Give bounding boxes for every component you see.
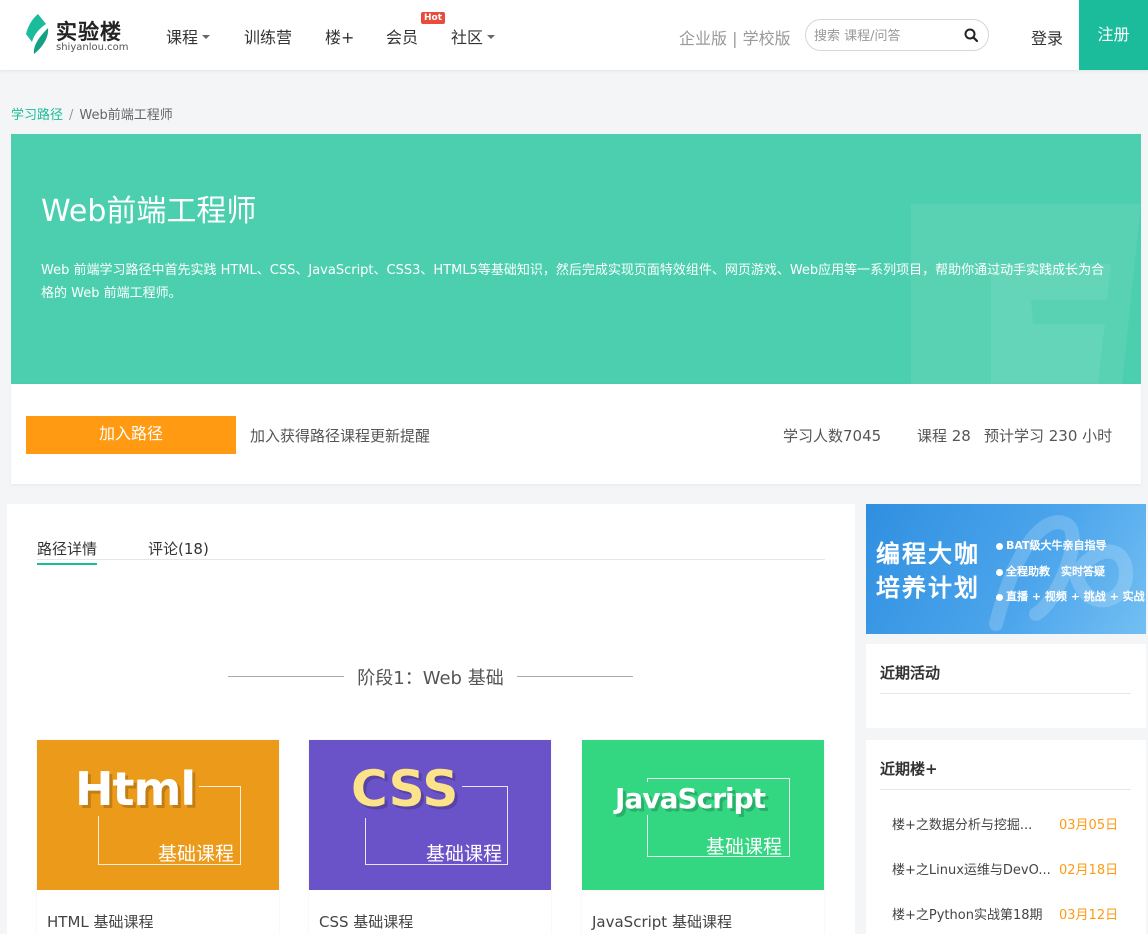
- promo-title-line2: 培养计划: [876, 574, 980, 602]
- nav-bootcamp-label: 训练营: [244, 28, 293, 47]
- promo-bullet-text: 直播 + 视频 + 挑战 + 实战: [1006, 590, 1145, 603]
- learners-count: 学习人数7045: [783, 427, 882, 445]
- nav-membership[interactable]: 会员: [386, 24, 418, 48]
- stage-title: 阶段1：Web 基础: [357, 668, 504, 689]
- breadcrumb: 学习路径 / Web前端工程师: [11, 104, 173, 123]
- promo-bullet: 全程助教 实时答疑: [996, 563, 1105, 579]
- cover-title: JavaScript: [612, 782, 769, 815]
- hot-badge: Hot: [421, 12, 446, 24]
- course-cover-javascript: JavaScript 基础课程: [582, 740, 824, 890]
- cover-subtitle: 基础课程: [158, 843, 235, 865]
- top-navbar: 实验楼 shiyanlou.com 课程 训练营 楼+ 会员 Hot 社区 企业…: [0, 0, 1148, 70]
- course-name[interactable]: HTML 基础课程: [47, 911, 154, 932]
- cover-title: CSS: [351, 760, 463, 818]
- courses-count: 课程 28: [917, 427, 971, 445]
- nav-bootcamp[interactable]: 训练营: [244, 24, 292, 48]
- stage-divider-right: [517, 676, 633, 677]
- chevron-down-icon: [487, 35, 496, 39]
- course-name[interactable]: JavaScript 基础课程: [592, 911, 732, 932]
- course-name[interactable]: CSS 基础课程: [319, 911, 413, 932]
- nav-courses-label: 课程: [166, 28, 199, 47]
- course-cover-css: CSS 基础课程: [309, 740, 551, 890]
- promo-bullet: BAT级大牛亲自指导: [996, 537, 1107, 553]
- join-path-button[interactable]: 加入路径: [26, 416, 236, 454]
- bullet-dot-icon: [996, 542, 1003, 550]
- path-description: Web 前端学习路径中首先实践 HTML、CSS、JavaScript、CSS3…: [41, 263, 1105, 301]
- recent-lou-plus-title: 近期楼+: [880, 760, 938, 778]
- lou-plus-date: 02月18日: [1059, 863, 1119, 878]
- nav-community-label: 社区: [451, 28, 484, 47]
- divider: [880, 693, 1131, 694]
- promo-bullet: 直播 + 视频 + 挑战 + 实战: [996, 588, 1145, 604]
- site-logo[interactable]: 实验楼 shiyanlou.com: [24, 14, 134, 56]
- course-card-html[interactable]: Html 基础课程 HTML 基础课程: [37, 740, 279, 934]
- recent-lou-plus-box: 近期楼+ 楼+之数据分析与挖掘... 03月05日 楼+之Linux运维与Dev…: [866, 740, 1146, 934]
- chevron-down-icon: [202, 35, 211, 39]
- course-card-javascript[interactable]: JavaScript 基础课程 JavaScript 基础课程: [582, 740, 824, 934]
- logo-domain: shiyanlou.com: [56, 42, 129, 53]
- course-cover-html: Html 基础课程: [37, 740, 279, 890]
- path-detail-panel: 路径详情 评论(18) 阶段1：Web 基础 Html 基础课程 HTML 基础…: [7, 504, 855, 934]
- divider: [880, 789, 1131, 790]
- tab-bar: 路径详情 评论(18): [37, 538, 825, 565]
- estimated-hours: 预计学习 230 小时: [984, 427, 1113, 445]
- lou-plus-date: 03月05日: [1059, 818, 1119, 833]
- cover-title: Html: [75, 762, 200, 816]
- breadcrumb-current: Web前端工程师: [79, 108, 173, 123]
- cover-subtitle: 基础课程: [706, 836, 783, 858]
- nav-courses[interactable]: 课程: [166, 24, 211, 48]
- nav-community[interactable]: 社区: [451, 24, 496, 48]
- nav-lou-plus-label: 楼+: [325, 28, 355, 47]
- lou-plus-item[interactable]: 楼+之数据分析与挖掘...: [892, 814, 1032, 833]
- lou-plus-date: 03月12日: [1059, 908, 1119, 923]
- tab-comments[interactable]: 评论(18): [148, 538, 209, 563]
- logo-leaf-icon: [26, 14, 49, 54]
- path-banner: Web前端工程师 Web 前端学习路径中首先实践 HTML、CSS、JavaSc…: [11, 134, 1141, 384]
- bullet-dot-icon: [996, 568, 1003, 576]
- join-hint: 加入获得路径课程更新提醒: [250, 427, 431, 445]
- promo-bullet-text: 全程助教 实时答疑: [1006, 565, 1105, 578]
- lou-plus-item[interactable]: 楼+之Python实战第18期: [892, 904, 1043, 923]
- cover-subtitle: 基础课程: [426, 843, 503, 865]
- recent-activities-title: 近期活动: [880, 664, 941, 682]
- nav-lou-plus[interactable]: 楼+: [325, 24, 354, 48]
- search-box: [805, 19, 989, 51]
- breadcrumb-parent-link[interactable]: 学习路径: [11, 108, 63, 123]
- stage-header: 阶段1：Web 基础: [228, 664, 633, 689]
- search-icon[interactable]: [964, 28, 978, 42]
- nav-membership-label: 会员: [386, 28, 419, 47]
- recent-activities-box: 近期活动: [866, 644, 1146, 728]
- promo-banner[interactable]: 编程大咖 培养计划 BAT级大牛亲自指导 全程助教 实时答疑 直播 + 视频 +…: [866, 504, 1146, 634]
- edition-links[interactable]: 企业版 | 学校版: [679, 25, 791, 49]
- login-link[interactable]: 登录: [1031, 25, 1063, 49]
- register-button[interactable]: 注册: [1079, 0, 1148, 70]
- promo-title-line1: 编程大咖: [876, 540, 980, 568]
- promo-bullet-text: BAT级大牛亲自指导: [1006, 539, 1107, 552]
- lou-plus-item[interactable]: 楼+之Linux运维与DevO...: [892, 859, 1051, 878]
- breadcrumb-separator: /: [69, 108, 74, 123]
- bullet-dot-icon: [996, 593, 1003, 601]
- page-title: Web前端工程师: [41, 194, 257, 229]
- tab-path-details[interactable]: 路径详情: [37, 538, 98, 565]
- search-input[interactable]: [814, 26, 954, 46]
- path-info-bar: 加入路径 加入获得路径课程更新提醒 学习人数7045 课程 28 预计学习 23…: [11, 384, 1141, 484]
- course-card-css[interactable]: CSS 基础课程 CSS 基础课程: [309, 740, 551, 934]
